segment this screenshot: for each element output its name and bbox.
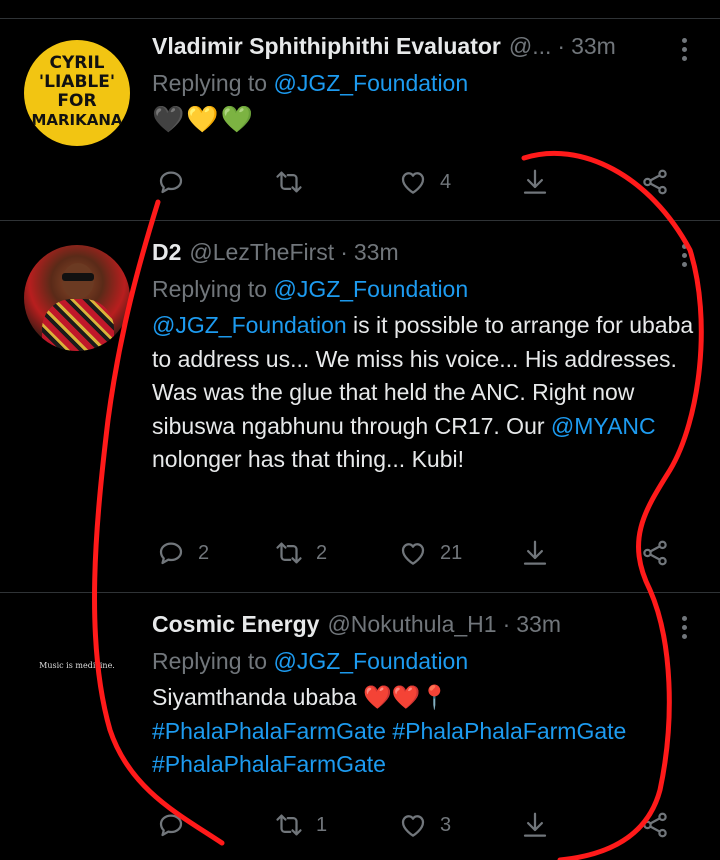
action-bar: 2 2 21: [152, 533, 694, 573]
retweet-count: 2: [316, 541, 328, 564]
avatar[interactable]: Music is medicine.: [24, 615, 130, 721]
replying-prefix: Replying to: [152, 648, 268, 674]
user-handle[interactable]: @LezTheFirst: [189, 239, 334, 266]
replying-to: Replying to @JGZ_Foundation: [152, 645, 694, 677]
more-options-icon[interactable]: [674, 611, 694, 643]
like-count: 3: [440, 813, 452, 836]
retweet-button[interactable]: [274, 162, 316, 202]
like-button[interactable]: 3: [398, 805, 451, 845]
avatar-text-line: CYRIL: [49, 53, 105, 73]
tweet-text: 🖤💛💚: [152, 104, 256, 134]
avatar[interactable]: [24, 245, 130, 351]
replying-prefix: Replying to: [152, 70, 268, 96]
reply-button[interactable]: [156, 162, 198, 202]
tweet-2[interactable]: D2 @LezTheFirst · 33m Replying to @JGZ_F…: [0, 221, 720, 593]
heart-icon: [398, 167, 428, 197]
replying-to: Replying to @JGZ_Foundation: [152, 67, 694, 99]
share-icon: [640, 538, 670, 568]
user-handle[interactable]: @Nokuthula_H1: [327, 611, 496, 638]
avatar-text-line: FOR: [57, 91, 97, 111]
reply-icon: [156, 538, 186, 568]
avatar-text-line: 'LIABLE': [38, 72, 116, 92]
share-button[interactable]: [640, 533, 670, 573]
retweet-count: 1: [316, 813, 328, 836]
heart-icon: [398, 810, 428, 840]
tweet-text-line: Siyamthanda ubaba ❤️❤️📍: [152, 684, 449, 710]
download-icon: [520, 538, 550, 568]
replying-to-link[interactable]: @JGZ_Foundation: [273, 276, 468, 302]
reply-icon: [156, 167, 186, 197]
timestamp[interactable]: 33m: [571, 33, 616, 60]
tweet-header: D2 @LezTheFirst · 33m: [152, 239, 694, 271]
tweet-1[interactable]: CYRIL 'LIABLE' FOR MARIKANA Vladimir Sph…: [0, 19, 720, 221]
tweet-header: Vladimir Sphithiphithi Evaluator @... · …: [152, 33, 694, 65]
tweet-text: @JGZ_Foundation is it possible to arrang…: [152, 309, 694, 477]
display-name[interactable]: Cosmic Energy: [152, 611, 319, 638]
retweet-icon: [274, 167, 304, 197]
timestamp[interactable]: 33m: [516, 611, 561, 638]
more-options-icon[interactable]: [674, 33, 694, 65]
like-button[interactable]: 4: [398, 162, 451, 202]
hashtag-link[interactable]: #PhalaPhalaFarmGate: [152, 718, 386, 744]
action-bar: 4: [152, 162, 694, 202]
tweet-text-part: nolonger has that thing... Kubi!: [152, 446, 464, 472]
display-name[interactable]: Vladimir Sphithiphithi Evaluator: [152, 33, 501, 60]
hashtag-link[interactable]: #PhalaPhalaFarmGate: [152, 751, 386, 777]
tweet-header: Cosmic Energy @Nokuthula_H1 · 33m: [152, 611, 694, 643]
hashtag-link[interactable]: #PhalaPhalaFarmGate: [392, 718, 626, 744]
download-icon: [520, 810, 550, 840]
download-button[interactable]: [520, 162, 550, 202]
retweet-button[interactable]: 1: [274, 805, 327, 845]
download-icon: [520, 167, 550, 197]
separator-dot: ·: [340, 239, 348, 265]
share-button[interactable]: [640, 162, 670, 202]
share-icon: [640, 167, 670, 197]
retweet-icon: [274, 810, 304, 840]
timestamp[interactable]: 33m: [354, 239, 399, 266]
share-button[interactable]: [640, 805, 670, 845]
like-count: 21: [440, 541, 463, 564]
retweet-icon: [274, 538, 304, 568]
retweet-button[interactable]: 2: [274, 533, 327, 573]
user-handle[interactable]: @...: [509, 33, 552, 60]
separator-dot: ·: [502, 611, 511, 637]
replying-to: Replying to @JGZ_Foundation: [152, 273, 694, 305]
like-button[interactable]: 21: [398, 533, 462, 573]
reply-count: 2: [198, 541, 210, 564]
tweet-text: Siyamthanda ubaba ❤️❤️📍 #PhalaPhalaFarmG…: [152, 681, 694, 782]
reply-button[interactable]: [156, 805, 198, 845]
reply-icon: [156, 810, 186, 840]
mention-link[interactable]: @MYANC: [551, 413, 656, 439]
replying-prefix: Replying to: [152, 276, 268, 302]
avatar[interactable]: CYRIL 'LIABLE' FOR MARIKANA: [24, 40, 130, 146]
tweet-3[interactable]: Music is medicine. Cosmic Energy @Nokuth…: [0, 593, 720, 860]
action-bar: 1 3: [152, 805, 694, 845]
more-options-icon[interactable]: [674, 239, 694, 271]
display-name[interactable]: D2: [152, 239, 181, 266]
download-button[interactable]: [520, 805, 550, 845]
avatar-caption: Music is medicine.: [39, 661, 115, 670]
top-divider: [0, 0, 720, 19]
avatar-person: [62, 263, 94, 299]
replying-to-link[interactable]: @JGZ_Foundation: [273, 648, 468, 674]
avatar-glasses: [62, 273, 94, 281]
share-icon: [640, 810, 670, 840]
avatar-text-line: MARIKANA: [31, 111, 123, 129]
download-button[interactable]: [520, 533, 550, 573]
heart-icon: [398, 538, 428, 568]
separator-dot: ·: [557, 33, 566, 59]
mention-link[interactable]: @JGZ_Foundation: [152, 312, 347, 338]
replying-to-link[interactable]: @JGZ_Foundation: [273, 70, 468, 96]
reply-button[interactable]: 2: [156, 533, 209, 573]
avatar-shirt: [42, 299, 114, 351]
like-count: 4: [440, 170, 452, 193]
